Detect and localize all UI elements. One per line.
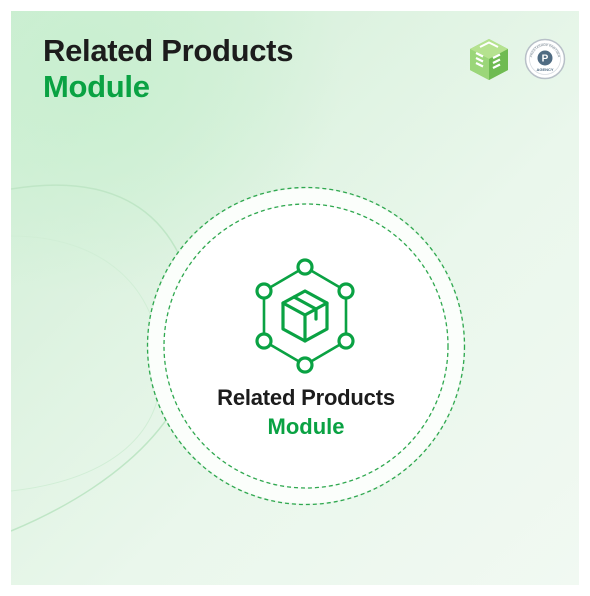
center-label-line-2: Module	[267, 413, 345, 439]
title-line-2: Module	[43, 68, 150, 104]
product-card: Related Products Module PRESTASHOP PARTN…	[11, 11, 579, 585]
title-line-1: Related Products	[43, 33, 294, 68]
vendor-logo-icon	[470, 39, 508, 80]
badge-letter: P	[542, 54, 549, 65]
center-label: Related Products Module	[151, 384, 461, 441]
product-box-icon	[281, 289, 329, 343]
prestashop-partner-badge-icon: PRESTASHOP PARTNER P AGENCY	[524, 38, 566, 80]
center-label-line-1: Related Products	[217, 385, 395, 410]
page-title: Related Products Module	[43, 33, 293, 105]
module-network-icon	[255, 258, 355, 374]
badge-bottom-text: AGENCY	[536, 67, 553, 72]
